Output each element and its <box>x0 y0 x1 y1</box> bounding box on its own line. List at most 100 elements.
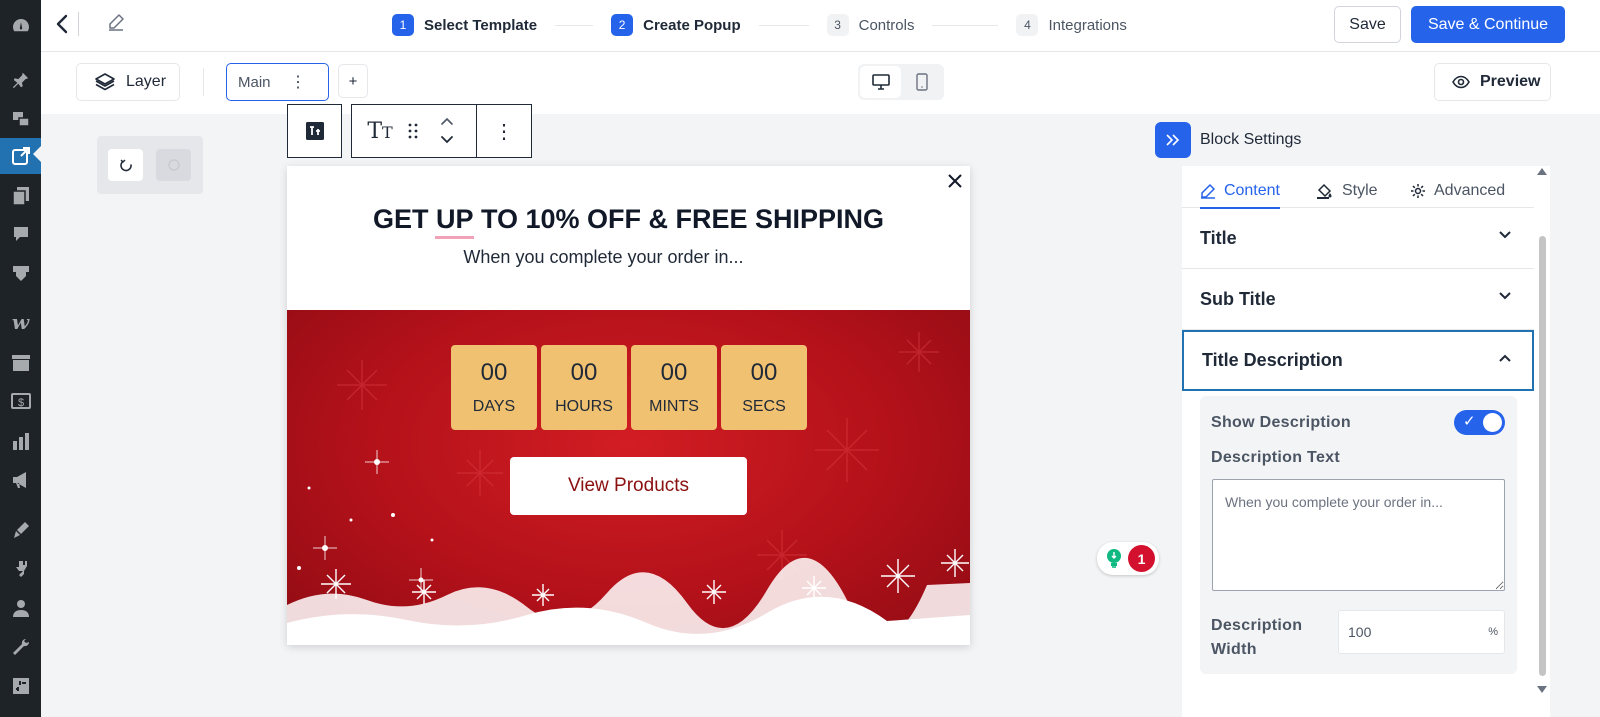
undo-icon <box>119 159 132 172</box>
tab-main[interactable]: Main ⋮ <box>226 63 329 101</box>
description-width-label: Description <box>1211 617 1303 634</box>
save-button[interactable]: Save <box>1334 6 1401 43</box>
lightbulb-icon <box>1107 549 1121 568</box>
save-continue-button[interactable]: Save & Continue <box>1411 6 1565 43</box>
tab-label: Content <box>1223 182 1280 199</box>
redo-icon <box>167 159 180 171</box>
popup-title[interactable]: GET UP TO 10% OFF & FREE SHIPPING <box>287 204 970 235</box>
step-connector <box>758 24 809 26</box>
scroll-down-arrow[interactable] <box>1537 686 1547 693</box>
countdown-value: 00 <box>570 359 598 386</box>
scroll-thumb[interactable] <box>1539 236 1546 676</box>
back-button[interactable] <box>51 10 73 38</box>
popup-builder-icon[interactable] <box>0 138 41 174</box>
badge-count: 1 <box>1128 545 1155 572</box>
step-connector <box>932 24 999 26</box>
popup-preview[interactable]: GET UP TO 10% OFF & FREE SHIPPING When y… <box>287 166 970 645</box>
popup-hero-section: 00 DAYS 00 HOURS 00 MINTS 00 SECS View P… <box>287 310 970 645</box>
check-icon: ✓ <box>1463 413 1476 430</box>
description-width-input[interactable]: 100 % <box>1338 610 1505 654</box>
megaphone-icon[interactable] <box>8 467 33 492</box>
redo-button[interactable] <box>156 149 191 181</box>
scroll-up-arrow[interactable] <box>1537 168 1547 175</box>
mobile-view-button[interactable] <box>901 66 942 98</box>
show-description-toggle[interactable]: ✓ <box>1454 410 1505 435</box>
settings-icon[interactable] <box>8 673 33 698</box>
panel-tabs: Content Style Advanced <box>1182 166 1534 209</box>
appearance-icon[interactable] <box>8 517 33 542</box>
svg-text:$: $ <box>17 397 23 409</box>
desktop-view-button[interactable] <box>860 66 901 98</box>
pages-icon[interactable] <box>8 183 33 208</box>
popup-close-button[interactable] <box>944 170 966 192</box>
tab-label: Style <box>1342 182 1378 199</box>
accordion-title[interactable]: Title <box>1182 208 1534 269</box>
title-highlight-text: UP <box>435 204 474 234</box>
countdown-value: 00 <box>750 359 778 386</box>
block-options-button[interactable]: ⋮ <box>477 105 531 157</box>
users-icon[interactable] <box>8 595 33 620</box>
edit-title-icon[interactable] <box>107 13 127 33</box>
tools-icon[interactable] <box>8 634 33 659</box>
step-label: Create Popup <box>643 16 741 34</box>
collapse-panel-button[interactable] <box>1155 122 1191 158</box>
payments-icon[interactable]: $ <box>8 388 33 413</box>
comments-icon[interactable] <box>8 221 33 246</box>
step-create-popup[interactable]: 2 Create Popup <box>611 14 741 36</box>
description-text-input[interactable]: When you complete your order in... <box>1212 479 1505 591</box>
chevron-up-icon <box>1499 354 1511 362</box>
countdown-label: DAYS <box>472 398 516 415</box>
media-icon[interactable] <box>8 106 33 131</box>
plugins-icon[interactable] <box>8 556 33 581</box>
history-controls <box>97 136 203 194</box>
tab-advanced[interactable]: Advanced <box>1410 174 1505 208</box>
preview-button[interactable]: Preview <box>1434 63 1551 101</box>
countdown-label: MINTS <box>649 398 699 415</box>
countdown-seconds[interactable]: 00 SECS <box>721 345 807 430</box>
more-vertical-icon[interactable]: ⋮ <box>290 72 306 92</box>
step-number: 2 <box>611 14 634 36</box>
layer-button[interactable]: Layer <box>76 63 180 101</box>
notification-badge[interactable]: 1 <box>1097 542 1159 575</box>
dashboard-icon[interactable] <box>8 13 33 38</box>
tab-content[interactable]: Content <box>1200 174 1280 209</box>
divider <box>203 68 204 96</box>
view-products-button[interactable]: View Products <box>510 457 747 515</box>
archive-icon[interactable] <box>8 350 33 375</box>
step-progress: 1 Select Template 2 Create Popup 3 Contr… <box>392 12 1127 38</box>
forms-icon[interactable] <box>8 260 33 285</box>
countdown-value: 00 <box>660 359 688 386</box>
tab-style[interactable]: Style <box>1316 174 1378 208</box>
countdown-minutes[interactable]: 00 MINTS <box>631 345 717 430</box>
drag-handle[interactable] <box>408 105 418 157</box>
move-up-down-buttons[interactable] <box>418 105 476 157</box>
top-header: 1 Select Template 2 Create Popup 3 Contr… <box>41 0 1600 52</box>
preview-label: Preview <box>1480 73 1541 90</box>
undo-button[interactable] <box>108 149 143 181</box>
text-format-button[interactable]: TT <box>352 105 408 157</box>
chevron-down-icon <box>1499 231 1511 239</box>
woo-icon[interactable]: w <box>8 309 33 334</box>
divider <box>78 12 79 36</box>
pin-icon[interactable] <box>8 67 33 92</box>
countdown-days[interactable]: 00 DAYS <box>451 345 537 430</box>
step-controls[interactable]: 3 Controls <box>826 14 914 36</box>
countdown-hours[interactable]: 00 HOURS <box>541 345 627 430</box>
step-label: Integrations <box>1048 16 1127 34</box>
panel-scrollbar[interactable] <box>1536 166 1548 695</box>
block-type-button[interactable] <box>287 104 342 158</box>
analytics-icon[interactable] <box>8 428 33 453</box>
accordion-label: Sub Title <box>1200 288 1276 309</box>
tab-label: Advanced <box>1434 182 1506 199</box>
step-select-template[interactable]: 1 Select Template <box>392 14 537 36</box>
accordion-title-description[interactable]: Title Description <box>1182 330 1534 391</box>
title-text: TO 10% OFF & FREE SHIPPING <box>473 204 885 234</box>
accordion-sub-title[interactable]: Sub Title <box>1182 269 1534 330</box>
chevron-up-down-icon <box>441 117 453 144</box>
step-integrations[interactable]: 4 Integrations <box>1016 14 1127 36</box>
more-vertical-icon: ⋮ <box>494 120 514 143</box>
popup-subtitle[interactable]: When you complete your order in... <box>287 247 920 268</box>
title-description-settings: Show Description ✓ Description Text When… <box>1200 396 1517 674</box>
add-tab-button[interactable]: + <box>338 64 368 98</box>
block-settings-panel: Block Settings Content Style Advanced Ti… <box>1182 114 1550 717</box>
